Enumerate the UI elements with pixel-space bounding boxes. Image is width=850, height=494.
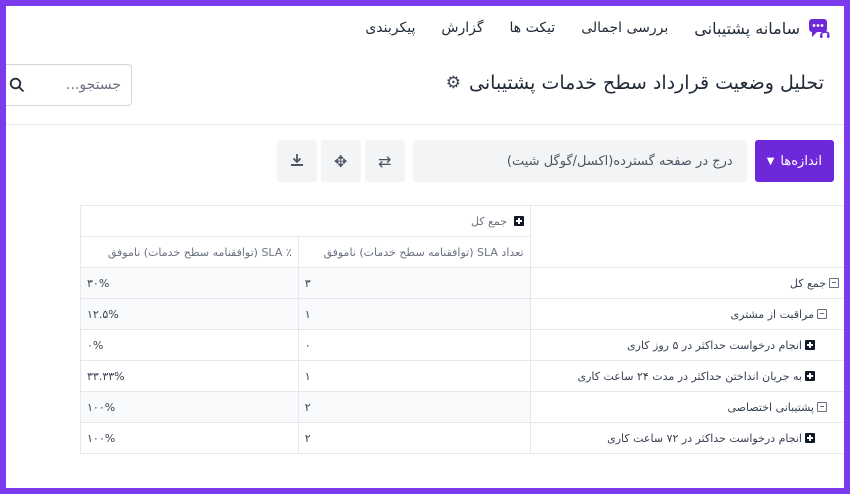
cell-count: ۰ — [297, 329, 531, 361]
row-label: جمع کل — [789, 276, 826, 290]
app-frame: سامانه پشتیبانی بررسی اجمالی تیکت ها گزا… — [6, 6, 844, 488]
cell-percent: ۳۰% — [80, 267, 299, 299]
row-header[interactable]: به جریان انداختن حداکثر در مدت ۲۴ ساعت ک… — [529, 360, 844, 392]
collapse-minus-icon[interactable] — [829, 277, 839, 288]
collapse-minus-icon[interactable] — [817, 308, 827, 319]
pivot-actions: ⇄ ✥ — [276, 140, 405, 182]
cell-count: ۱ — [297, 360, 531, 392]
cell-percent: ۱۰۰% — [80, 422, 299, 454]
table-row: مراقبت از مشتری ۱ ۱۲.۵% — [80, 298, 844, 330]
pivot-table: جمع کل تعداد SLA (توافقنامه سطح خدمات) ن… — [80, 205, 844, 454]
cell-count: ۲ — [297, 391, 531, 423]
measures-dropdown-button[interactable]: اندازه‌ها ▼ — [754, 140, 834, 182]
cell-percent: ۱۲.۵% — [80, 298, 299, 330]
col-group-label: جمع کل — [470, 214, 508, 228]
insert-spreadsheet-button[interactable]: درج در صفحه گسترده(اکسل/گوگل شیت) — [412, 140, 747, 182]
collapse-minus-icon[interactable] — [817, 401, 827, 412]
table-row: انجام درخواست حداکثر در ۷۲ ساعت کاری ۲ ۱… — [80, 422, 844, 454]
table-row: پشتیبانی اختصاصی ۲ ۱۰۰% — [80, 391, 844, 423]
expand-plus-icon[interactable] — [805, 370, 815, 381]
row-label: انجام درخواست حداکثر در ۷۲ ساعت کاری — [607, 431, 802, 445]
header-divider — [6, 124, 844, 125]
row-label: پشتیبانی اختصاصی — [727, 400, 815, 414]
support-chat-icon — [808, 17, 830, 39]
col-group-header[interactable]: جمع کل — [80, 205, 531, 237]
nav-overview[interactable]: بررسی اجمالی — [581, 20, 668, 36]
cell-count: ۳ — [297, 267, 531, 299]
brand[interactable]: سامانه پشتیبانی — [694, 17, 830, 39]
insert-spreadsheet-label: درج در صفحه گسترده(اکسل/گوگل شیت) — [506, 153, 733, 169]
search-box[interactable] — [6, 64, 132, 106]
table-row: به جریان انداختن حداکثر در مدت ۲۴ ساعت ک… — [80, 360, 844, 392]
row-header[interactable]: جمع کل — [529, 267, 844, 299]
cell-percent: ۱۰۰% — [80, 391, 299, 423]
move-arrows-icon: ✥ — [334, 151, 348, 171]
swap-arrows-icon: ⇄ — [378, 151, 392, 171]
nav-reporting[interactable]: گزارش — [441, 20, 483, 36]
cell-count: ۱ — [297, 298, 531, 330]
measures-label: اندازه‌ها — [780, 153, 822, 169]
search-input[interactable] — [31, 77, 121, 93]
expand-plus-icon[interactable] — [805, 432, 815, 443]
download-icon — [290, 152, 304, 171]
row-label: به جریان انداختن حداکثر در مدت ۲۴ ساعت ک… — [577, 369, 803, 383]
page-title-text: تحلیل وضعیت قرارداد سطح خدمات پشتیبانی — [469, 72, 824, 94]
col-header-percent[interactable]: ٪ SLA (توافقنامه سطح خدمات) ناموفق — [80, 236, 299, 268]
nav-tickets[interactable]: تیکت ها — [510, 20, 556, 36]
page-header: تحلیل وضعیت قرارداد سطح خدمات پشتیبانی ⚙ — [6, 62, 844, 106]
table-row: انجام درخواست حداکثر در ۵ روز کاری ۰ ۰% — [80, 329, 844, 361]
cell-count: ۲ — [297, 422, 531, 454]
nav-configuration[interactable]: پیکربندی — [365, 20, 415, 36]
row-header[interactable]: انجام درخواست حداکثر در ۷۲ ساعت کاری — [529, 422, 844, 454]
cell-percent: ۳۳.۳۳% — [80, 360, 299, 392]
flip-axis-button[interactable]: ⇄ — [364, 140, 405, 182]
pivot-corner — [529, 205, 844, 268]
row-header[interactable]: پشتیبانی اختصاصی — [529, 391, 844, 423]
search-icon[interactable] — [9, 77, 25, 93]
page-title: تحلیل وضعیت قرارداد سطح خدمات پشتیبانی ⚙ — [446, 72, 824, 94]
brand-name: سامانه پشتیبانی — [694, 18, 800, 38]
expand-all-button[interactable]: ✥ — [320, 140, 361, 182]
download-button[interactable] — [276, 140, 317, 182]
expand-plus-icon[interactable] — [513, 215, 524, 226]
row-label: انجام درخواست حداکثر در ۵ روز کاری — [627, 338, 802, 352]
gear-icon[interactable]: ⚙ — [446, 73, 461, 93]
row-header[interactable]: مراقبت از مشتری — [529, 298, 844, 330]
cell-percent: ۰% — [80, 329, 299, 361]
col-header-count[interactable]: تعداد SLA (توافقنامه سطح خدمات) ناموفق — [297, 236, 531, 268]
expand-plus-icon[interactable] — [805, 339, 815, 350]
row-label: مراقبت از مشتری — [730, 307, 814, 321]
table-row: جمع کل ۳ ۳۰% — [80, 267, 844, 299]
pivot-toolbar: اندازه‌ها ▼ درج در صفحه گسترده(اکسل/گوگل… — [276, 140, 834, 182]
top-navbar: سامانه پشتیبانی بررسی اجمالی تیکت ها گزا… — [6, 6, 844, 50]
row-header[interactable]: انجام درخواست حداکثر در ۵ روز کاری — [529, 329, 844, 361]
caret-down-icon: ▼ — [766, 155, 775, 167]
